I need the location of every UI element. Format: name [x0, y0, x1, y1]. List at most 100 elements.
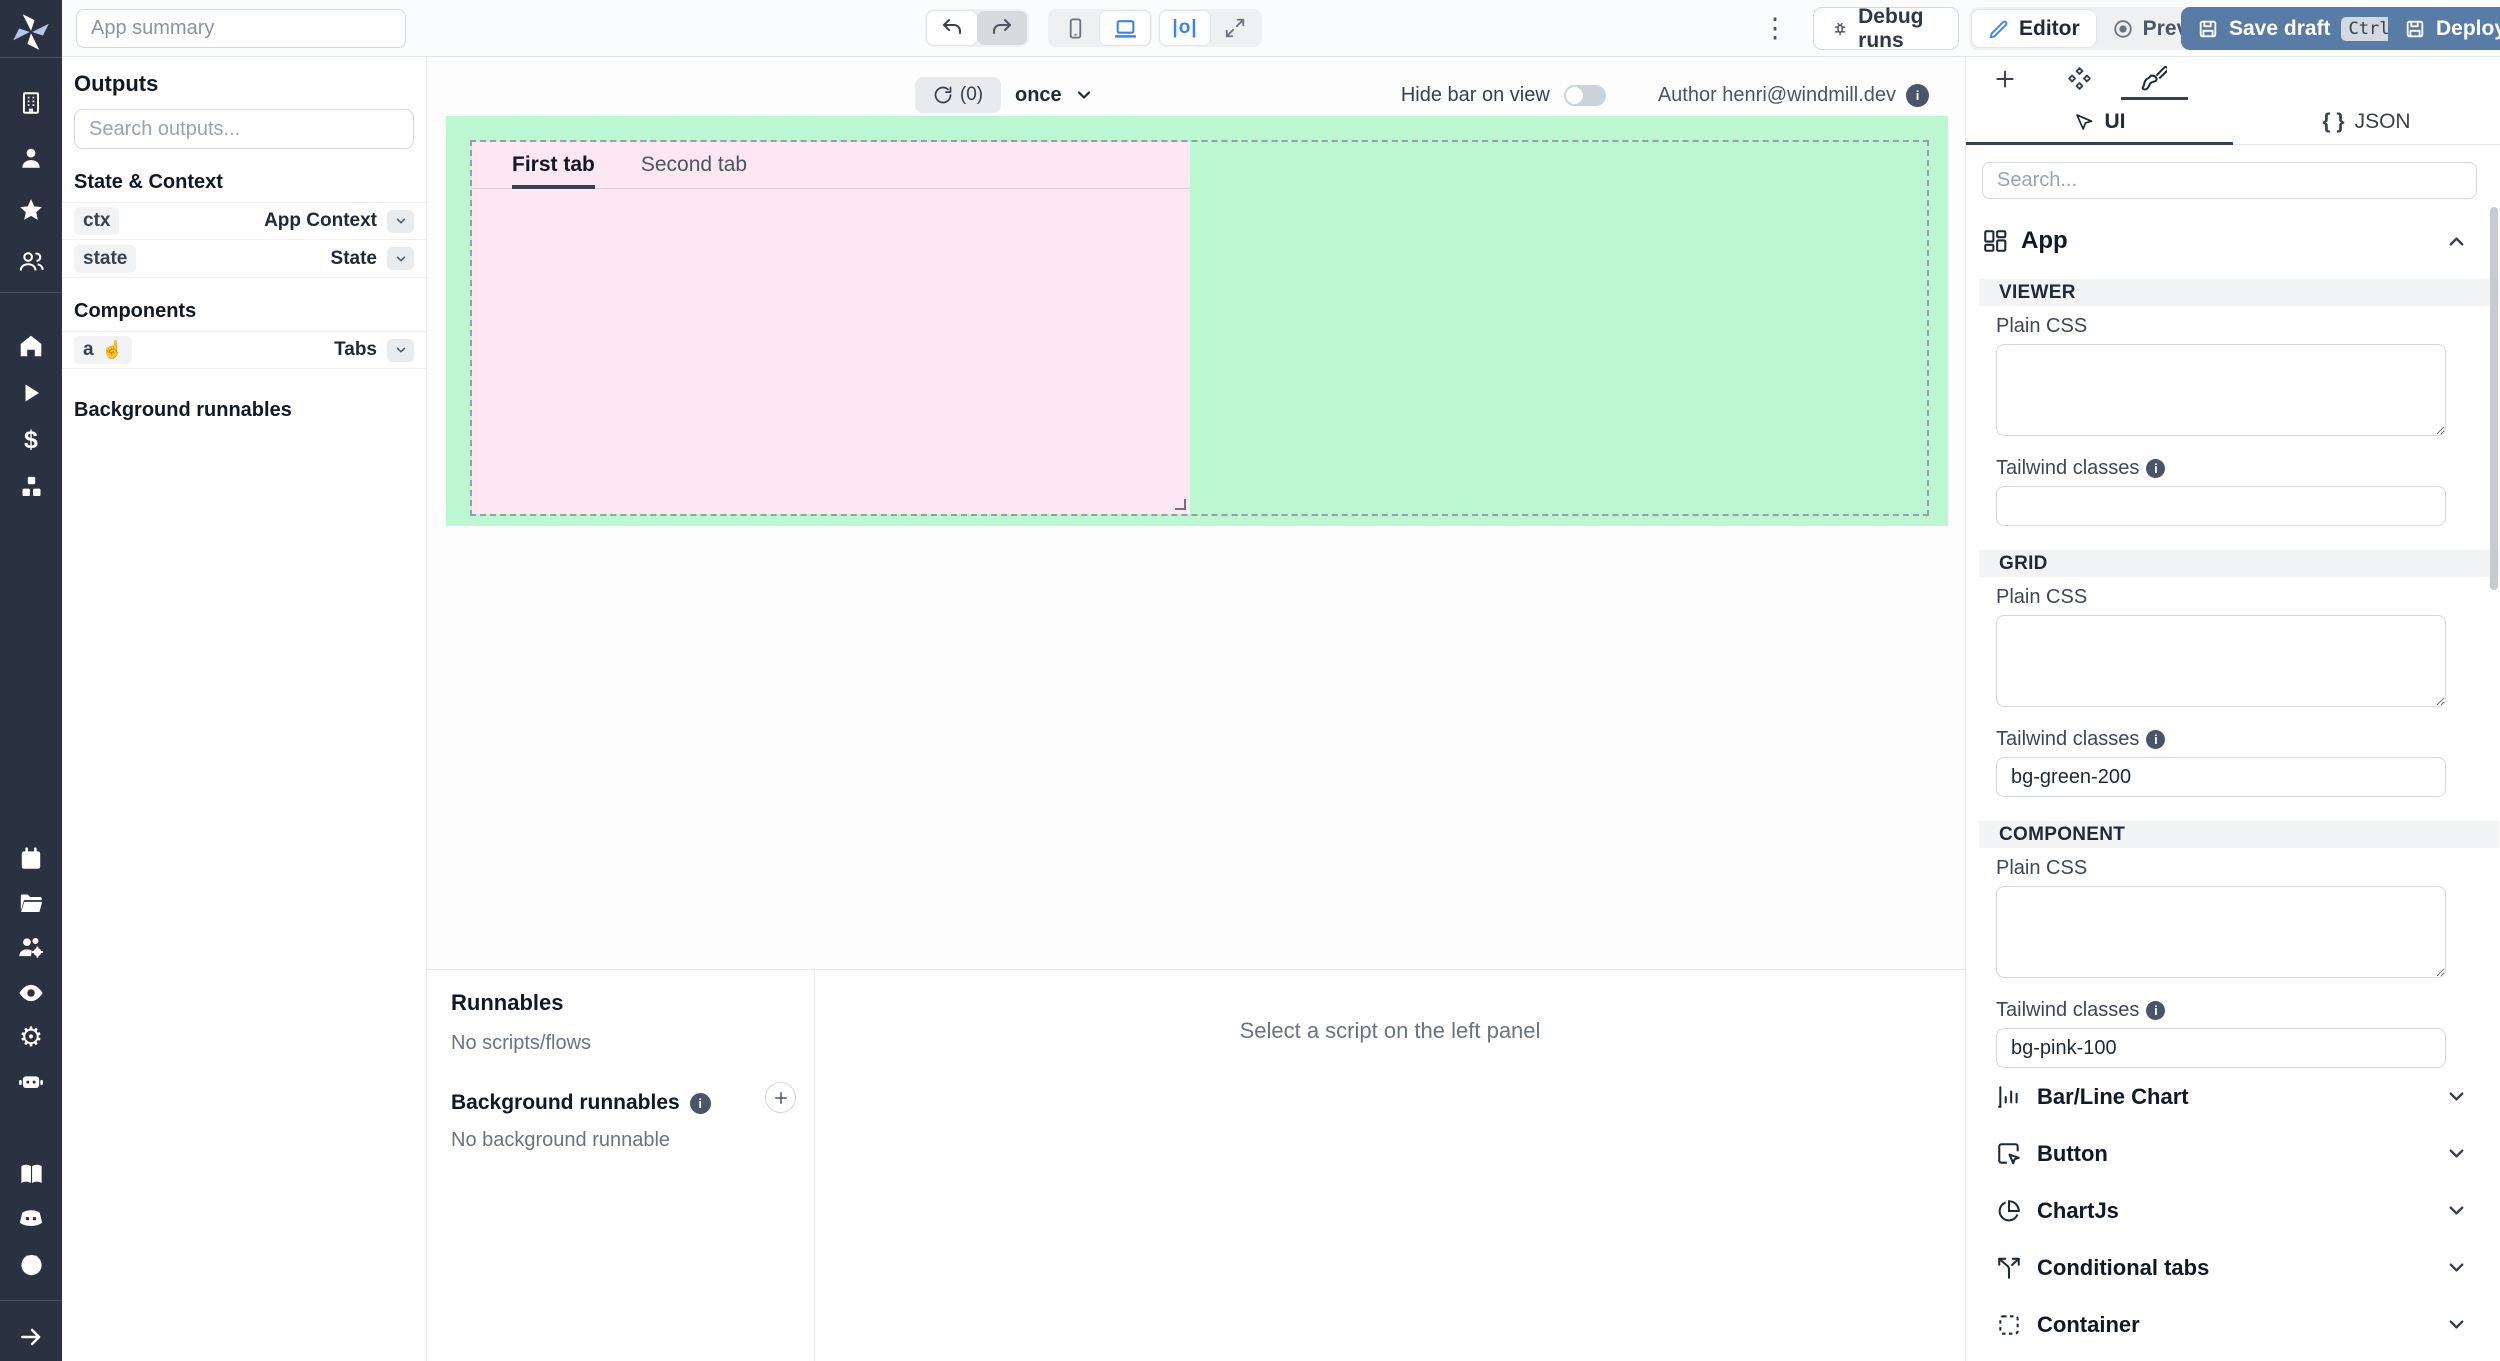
- info-icon[interactable]: i: [2146, 459, 2165, 478]
- refresh-mode-select[interactable]: once: [1015, 77, 1094, 113]
- grid-plain-css-textarea[interactable]: [1996, 615, 2446, 707]
- center-content-button[interactable]: |o|: [1160, 11, 1210, 45]
- redo-button[interactable]: [977, 11, 1027, 45]
- tab-first[interactable]: First tab: [512, 153, 595, 189]
- viewer-plain-css-textarea[interactable]: [1996, 344, 2446, 436]
- refresh-button[interactable]: (0): [915, 77, 1001, 113]
- chevron-down-icon: [2445, 1313, 2468, 1336]
- home-icon[interactable]: [0, 328, 62, 364]
- settings-panel: UI { } JSON App VIEWER Plain CSS Tailwin…: [1965, 57, 2500, 1361]
- expand-chevron-button[interactable]: [387, 210, 414, 233]
- section-conditional-tabs[interactable]: Conditional tabs: [1996, 1239, 2476, 1296]
- components-title: Components: [74, 300, 414, 323]
- canvas-bar-right: Hide bar on view Author henri@windmill.d…: [1401, 77, 1929, 113]
- chevron-down-icon: [1074, 85, 1094, 105]
- section-chartjs[interactable]: ChartJs: [1996, 1182, 2476, 1239]
- styling-tab[interactable]: [2138, 64, 2168, 94]
- undo-button[interactable]: [927, 11, 977, 45]
- viewer-tailwind-input[interactable]: [1996, 486, 2446, 526]
- expand-chevron-button[interactable]: [387, 247, 414, 270]
- windmill-logo-icon[interactable]: [0, 14, 62, 50]
- component-band: COMPONENT: [1979, 821, 2499, 848]
- output-row-ctx[interactable]: ctx App Context: [62, 202, 426, 240]
- split-arrows-icon: [1996, 1255, 2022, 1281]
- github-icon[interactable]: [0, 1246, 62, 1282]
- fullscreen-button[interactable]: [1210, 11, 1260, 45]
- app-section-header[interactable]: App: [1982, 227, 2476, 255]
- ai-bot-icon[interactable]: [0, 1063, 62, 1099]
- groups-icon[interactable]: [0, 243, 62, 279]
- workspace-building-icon[interactable]: [0, 85, 62, 121]
- info-icon[interactable]: i: [2146, 730, 2165, 749]
- tab-json[interactable]: { } JSON: [2233, 100, 2500, 144]
- app-summary-input[interactable]: [76, 9, 406, 48]
- collapse-arrow-right-icon[interactable]: [0, 1319, 62, 1355]
- tab-ui[interactable]: UI: [1966, 100, 2233, 144]
- desktop-view-button[interactable]: [1100, 11, 1150, 45]
- chevron-up-icon: [2445, 230, 2468, 253]
- add-background-runnable-button[interactable]: [765, 1082, 796, 1113]
- debug-runs-button[interactable]: Debug runs: [1813, 7, 1959, 50]
- settings-gear-icon[interactable]: ⚙: [0, 1019, 62, 1055]
- search-outputs-input[interactable]: [74, 109, 414, 149]
- add-component-tab[interactable]: [1990, 64, 2020, 94]
- hide-bar-label: Hide bar on view: [1401, 84, 1550, 107]
- app-grid[interactable]: First tab Second tab: [446, 116, 1948, 526]
- user-icon[interactable]: [0, 140, 62, 176]
- output-type: App Context: [264, 210, 377, 232]
- tabs-component[interactable]: First tab Second tab: [472, 142, 1190, 514]
- output-type: State: [331, 248, 377, 270]
- chevron-down-icon: [2445, 1256, 2468, 1279]
- section-bar-line-chart[interactable]: Bar/Line Chart: [1996, 1068, 2476, 1125]
- section-button[interactable]: Button: [1996, 1125, 2476, 1182]
- discord-icon[interactable]: [0, 1200, 62, 1236]
- component-search-input[interactable]: [1982, 162, 2477, 199]
- panel-mode-tabs: [1966, 57, 2500, 100]
- rail-divider: [0, 57, 62, 58]
- deploy-button[interactable]: Deploy: [2388, 7, 2500, 50]
- more-menu-button[interactable]: ⋮: [1755, 8, 1795, 48]
- background-runnables-title: Background runnables: [74, 399, 414, 422]
- runnables-title: Runnables: [451, 990, 790, 1016]
- bug-icon: [1832, 17, 1848, 40]
- schedules-calendar-icon[interactable]: [0, 841, 62, 877]
- components-tab[interactable]: [2064, 64, 2094, 94]
- grid-tailwind-input[interactable]: [1996, 757, 2446, 797]
- folders-icon[interactable]: [0, 885, 62, 921]
- section-container[interactable]: Container: [1996, 1296, 2476, 1353]
- chevron-down-icon: [2445, 1085, 2468, 1108]
- variables-dollar-icon[interactable]: $: [0, 422, 62, 458]
- output-row-state[interactable]: state State: [62, 240, 426, 278]
- workers-users-gear-icon[interactable]: [0, 930, 62, 966]
- expand-chevron-button[interactable]: [387, 339, 414, 362]
- info-icon[interactable]: i: [2146, 1001, 2165, 1020]
- output-key-badge: a ☝: [74, 336, 132, 364]
- hide-bar-toggle[interactable]: [1564, 85, 1606, 106]
- editor-tab[interactable]: Editor: [1972, 10, 2096, 47]
- plain-css-label: Plain CSS: [1996, 585, 2476, 609]
- editor-label: Editor: [2019, 17, 2080, 41]
- resize-handle[interactable]: [1175, 499, 1186, 510]
- refresh-count: (0): [960, 84, 983, 106]
- info-icon[interactable]: i: [690, 1093, 711, 1114]
- mobile-view-button[interactable]: [1050, 11, 1100, 45]
- section-label: Bar/Line Chart: [2037, 1084, 2189, 1110]
- component-tailwind-input[interactable]: [1996, 1028, 2446, 1068]
- panel-scrollbar-thumb[interactable]: [2490, 207, 2498, 590]
- background-runnables-title: Background runnables: [451, 1091, 680, 1115]
- component-plain-css-textarea[interactable]: [1996, 886, 2446, 978]
- tab-second[interactable]: Second tab: [641, 153, 747, 189]
- audit-eye-icon[interactable]: [0, 975, 62, 1011]
- resources-cubes-icon[interactable]: [0, 469, 62, 505]
- runs-play-icon[interactable]: [0, 375, 62, 411]
- tailwind-label-text: Tailwind classes: [1996, 728, 2139, 751]
- favorites-star-icon[interactable]: [0, 192, 62, 228]
- output-row-component-a[interactable]: a ☝ Tabs: [62, 331, 426, 369]
- section-label: Container: [2037, 1312, 2140, 1338]
- docs-book-icon[interactable]: [0, 1156, 62, 1192]
- top-toolbar: |o| ⋮ Debug runs Editor Preview Save dra…: [62, 0, 2500, 57]
- undo-redo-group: [925, 9, 1029, 47]
- plain-css-label: Plain CSS: [1996, 314, 2476, 338]
- json-tab-label: JSON: [2355, 110, 2411, 134]
- author-info-icon[interactable]: i: [1906, 84, 1929, 107]
